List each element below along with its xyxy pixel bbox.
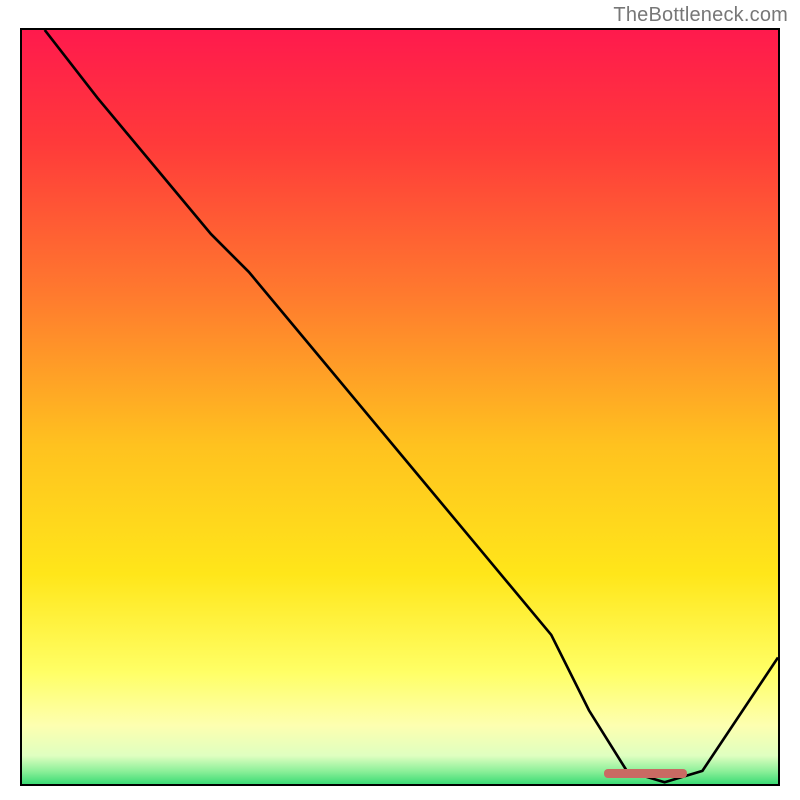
optimal-range-marker [604, 769, 687, 778]
watermark-text: TheBottleneck.com [613, 4, 788, 27]
chart-frame [20, 28, 780, 786]
chart-curve [22, 30, 778, 786]
